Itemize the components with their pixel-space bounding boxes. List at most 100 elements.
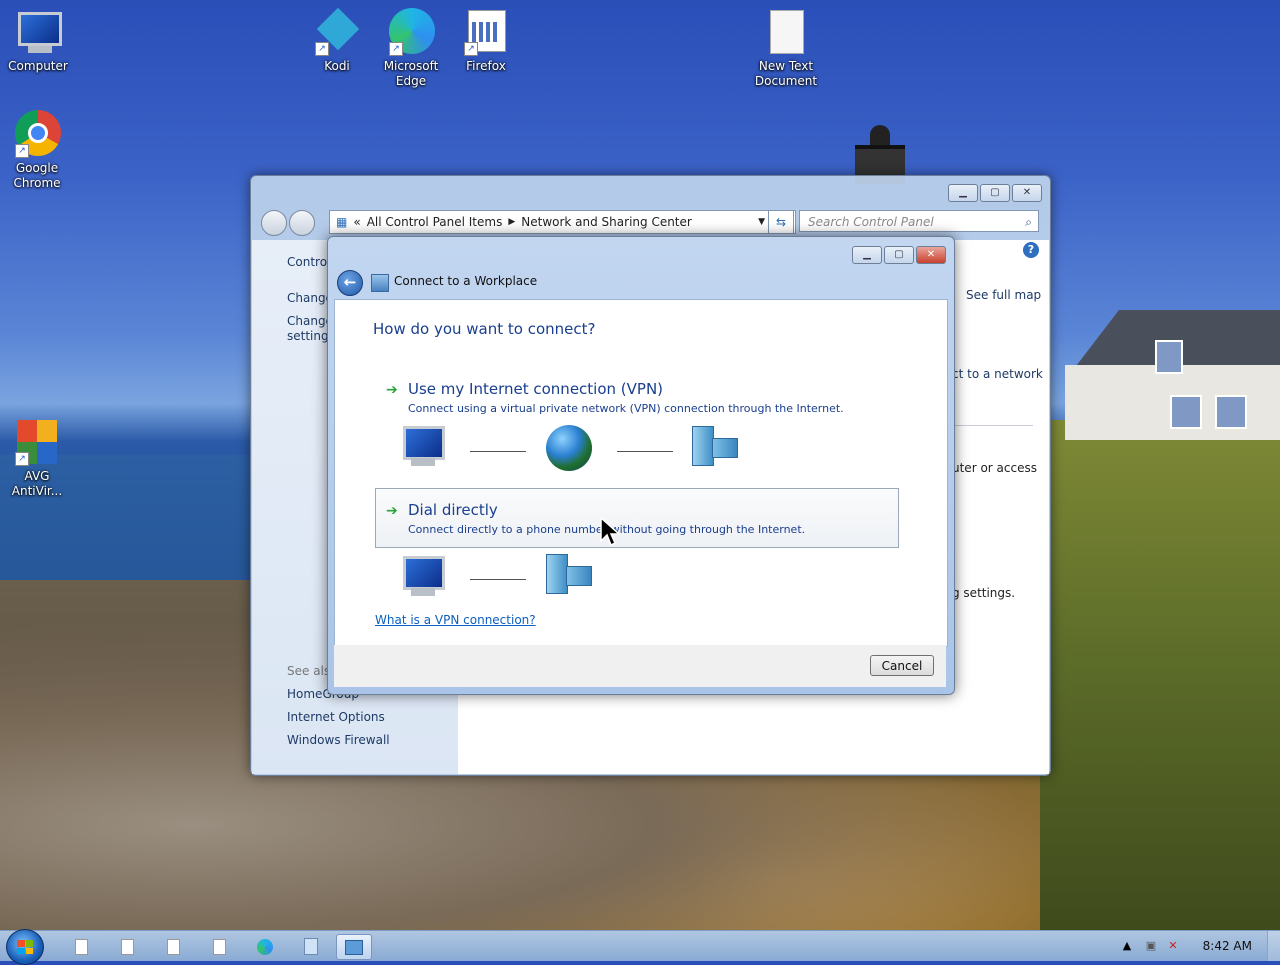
dialog-footer: Cancel (334, 645, 946, 687)
computer-icon (399, 554, 445, 598)
desktop-icon-label: Computer (8, 59, 68, 73)
edge-icon (257, 938, 273, 955)
green-arrow-icon: ➔ (386, 382, 398, 398)
search-placeholder: Search Control Panel (808, 215, 934, 229)
sidebar-link-windows-firewall[interactable]: Windows Firewall (287, 733, 390, 747)
notepad-icon (304, 938, 318, 955)
search-icon[interactable]: ⌕ (1025, 211, 1032, 233)
network-icon[interactable]: ▣ (1144, 939, 1158, 953)
dialog-minimize-button[interactable]: ▁ (852, 246, 882, 264)
taskbar-control-panel[interactable] (336, 934, 372, 960)
document-icon (212, 938, 226, 955)
connect-workplace-dialog: ▁ ▢ ✕ ← Connect to a Workplace How do yo… (327, 236, 955, 695)
document-icon (74, 938, 88, 955)
cancel-button[interactable]: Cancel (870, 655, 934, 676)
refresh-button[interactable]: ⇆ (768, 210, 794, 234)
calendar-icon: ↗ (462, 8, 510, 56)
wallpaper-lighthouse (845, 125, 915, 184)
desktop-icon-label: AVG AntiVir... (11, 469, 63, 498)
desktop-icon-avg[interactable]: ↗ AVG AntiVir... (0, 418, 75, 499)
connect-to-network-link[interactable]: ct to a network (952, 367, 1043, 381)
desktop-icon-edge[interactable]: ↗ Microsoft Edge (373, 8, 449, 89)
back-arrow-icon: ← (343, 273, 357, 291)
settings-text: g settings. (952, 586, 1016, 600)
maximize-button[interactable]: ▢ (980, 184, 1010, 202)
dialog-back-button[interactable]: ← (337, 270, 363, 296)
close-button[interactable]: ✕ (1012, 184, 1042, 202)
desktop-icon-new-text-document[interactable]: New Text Document (748, 8, 824, 89)
sidebar-link-internet-options[interactable]: Internet Options (287, 710, 385, 724)
chrome-icon: ↗ (13, 110, 61, 158)
refresh-icon: ⇆ (775, 215, 787, 229)
forward-button[interactable] (289, 210, 315, 236)
desktop-icon-chrome[interactable]: ↗ Google Chrome (0, 110, 75, 191)
help-icon[interactable]: ? (1023, 242, 1039, 258)
show-desktop-button[interactable] (1267, 931, 1280, 961)
volume-muted-icon[interactable]: ✕ (1166, 939, 1180, 953)
windows-logo-icon (17, 940, 33, 954)
desktop-icon-kodi[interactable]: ↗ Kodi (299, 7, 375, 74)
control-panel-icon (345, 940, 363, 955)
workplace-icon (371, 274, 389, 292)
document-icon (120, 938, 134, 955)
breadcrumb-prefix: « (353, 215, 361, 229)
shortcut-arrow-icon: ↗ (315, 42, 329, 56)
connection-line (617, 451, 673, 452)
taskbar-document-3[interactable] (156, 934, 190, 958)
desktop-icon-computer[interactable]: Computer (0, 8, 76, 74)
shortcut-arrow-icon: ↗ (464, 42, 478, 56)
shortcut-arrow-icon: ↗ (15, 144, 29, 158)
see-full-map-link[interactable]: See full map (966, 288, 1041, 302)
taskbar-document-1[interactable] (64, 934, 98, 958)
edge-icon: ↗ (387, 8, 435, 56)
divider (955, 425, 1033, 426)
wallpaper-house (1050, 310, 1280, 440)
breadcrumb-root[interactable]: All Control Panel Items (367, 215, 503, 229)
wallpaper-hill (1040, 420, 1280, 930)
taskbar-document-4[interactable] (202, 934, 236, 958)
shortcut-arrow-icon: ↗ (15, 452, 29, 466)
computer-icon (14, 8, 62, 56)
dialog-maximize-button[interactable]: ▢ (884, 246, 914, 264)
globe-icon (546, 425, 592, 471)
clock[interactable]: 8:42 AM (1203, 939, 1252, 953)
option-vpn-title: Use my Internet connection (VPN) (408, 380, 664, 398)
connection-line (470, 451, 526, 452)
dialog-close-button[interactable]: ✕ (916, 246, 946, 264)
taskbar: ▲ ▣ ✕ 8:42 AM (0, 929, 1280, 965)
dialog-heading: How do you want to connect? (373, 320, 596, 338)
workplace-server-icon (692, 426, 738, 466)
document-icon (166, 938, 180, 955)
workplace-server-icon (546, 554, 592, 594)
minimize-button[interactable]: ▁ (948, 184, 978, 202)
address-bar[interactable]: ▦ « All Control Panel Items ▶ Network an… (329, 210, 796, 234)
option-dial-directly[interactable]: ➔ Dial directly Connect directly to a ph… (375, 488, 899, 548)
control-panel-icon: ▦ (336, 215, 348, 229)
sidebar-link-control-panel-home[interactable]: Control (287, 255, 330, 269)
avg-icon: ↗ (13, 418, 61, 466)
option-dial-title: Dial directly (408, 501, 498, 519)
desktop-icon-label: Firefox (466, 59, 506, 73)
taskbar-edge[interactable] (248, 934, 282, 958)
taskbar-document-2[interactable] (110, 934, 144, 958)
dialog-title: Connect to a Workplace (394, 274, 538, 288)
text-document-icon (762, 8, 810, 56)
search-input[interactable]: Search Control Panel ⌕ (799, 210, 1039, 232)
desktop-icon-firefox[interactable]: ↗ Firefox (448, 8, 524, 74)
chevron-up-icon[interactable]: ▲ (1120, 939, 1134, 953)
system-tray: ▲ ▣ ✕ 8:42 AM (1110, 931, 1280, 961)
chevron-down-icon[interactable]: ▼ (758, 217, 765, 227)
desktop-icon-label: New Text Document (754, 59, 818, 88)
desktop-icon-label: Google Chrome (13, 161, 61, 190)
desktop-icon-label: Microsoft Edge (383, 59, 439, 88)
taskbar-notepad[interactable] (294, 934, 328, 958)
vpn-help-link[interactable]: What is a VPN connection? (375, 613, 536, 627)
computer-icon (399, 424, 445, 468)
shortcut-arrow-icon: ↗ (389, 42, 403, 56)
desktop-icon-label: Kodi (324, 59, 350, 73)
connection-line (470, 579, 526, 580)
breadcrumb-current[interactable]: Network and Sharing Center (521, 215, 692, 229)
option-vpn[interactable]: ➔ Use my Internet connection (VPN) Conne… (375, 367, 899, 427)
green-arrow-icon: ➔ (386, 503, 398, 519)
back-button[interactable] (261, 210, 287, 236)
